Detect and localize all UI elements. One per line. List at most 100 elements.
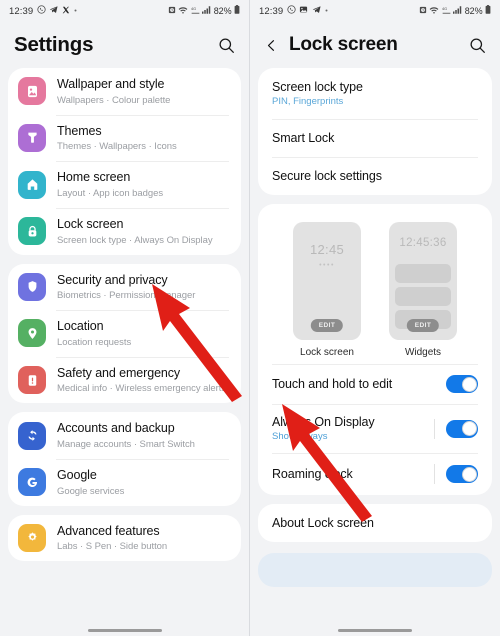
wifi-calling-icon xyxy=(178,6,188,17)
settings-group-personalization: Wallpaper and style Wallpapers · Colour … xyxy=(8,68,241,255)
nav-handle-right[interactable] xyxy=(338,628,412,632)
row-title: Accounts and backup xyxy=(57,421,175,436)
sidebar-item-themes[interactable]: Themes Themes · Wallpapers · Icons xyxy=(8,114,241,162)
row-subtitle: Location requests xyxy=(57,336,132,348)
page-title: Lock screen xyxy=(289,34,398,55)
preview-clock: 12:45:36 xyxy=(399,237,447,249)
sync-icon xyxy=(18,421,46,450)
row-title: Screen lock type xyxy=(272,80,363,94)
toggle-row-touch-and-hold-to-edit[interactable]: Touch and hold to edit xyxy=(258,364,492,404)
sidebar-item-security-and-privacy[interactable]: Security and privacy Biometrics · Permis… xyxy=(8,264,241,311)
preview-label: Lock screen xyxy=(300,347,354,358)
dot-icon xyxy=(73,6,78,16)
telegram-icon xyxy=(312,5,321,17)
preview-widgets[interactable]: 12:45:36 EDIT Widgets xyxy=(389,222,457,358)
battery-icon xyxy=(234,5,240,17)
row-about-lock-screen[interactable]: About Lock screen xyxy=(258,504,492,542)
row-title: Security and privacy xyxy=(57,272,168,287)
toggle-knob xyxy=(461,421,477,436)
search-icon[interactable] xyxy=(218,37,235,54)
preview-edit-button[interactable]: EDIT xyxy=(406,319,440,332)
preview-frame: 12:45:36 EDIT xyxy=(389,222,457,340)
preview-frame: 12:45 •••• EDIT xyxy=(293,222,361,340)
signal-icon xyxy=(453,6,462,17)
sidebar-item-safety-and-emergency[interactable]: Safety and emergency Medical info · Wire… xyxy=(8,356,241,404)
whatsapp-icon xyxy=(37,5,46,17)
data-icon: 4G xyxy=(191,6,200,17)
shield-icon xyxy=(18,272,46,301)
row-text: Lock screen Screen lock type · Always On… xyxy=(57,217,213,246)
row-text: Safety and emergency Medical info · Wire… xyxy=(57,366,226,395)
telegram-icon xyxy=(49,5,58,17)
battery-percent: 82% xyxy=(213,6,232,16)
tip-card[interactable] xyxy=(258,553,492,587)
lock-icon xyxy=(18,217,46,246)
preview-lock-screen[interactable]: 12:45 •••• EDIT Lock screen xyxy=(293,222,361,358)
row-divider xyxy=(434,464,435,484)
toggle-row-always-on-display[interactable]: Always On Display Show always xyxy=(258,404,492,453)
row-title: Secure lock settings xyxy=(272,169,382,183)
row-secure-lock-settings[interactable]: Secure lock settings xyxy=(258,157,492,195)
search-icon[interactable] xyxy=(469,37,486,54)
settings-list: Wallpaper and style Wallpapers · Colour … xyxy=(0,68,249,562)
location-pin-icon xyxy=(18,319,46,348)
svg-text:4G: 4G xyxy=(191,7,196,11)
row-text: Advanced features Labs · S Pen · Side bu… xyxy=(57,524,167,553)
row-text: Google Google services xyxy=(57,468,124,497)
sidebar-item-wallpaper-and-style[interactable]: Wallpaper and style Wallpapers · Colour … xyxy=(8,68,241,115)
status-bar-left-cluster: 12:39 xyxy=(9,5,78,17)
toggle-roaming-clock[interactable] xyxy=(446,465,478,483)
preview-edit-button[interactable]: EDIT xyxy=(310,319,344,332)
dot-icon xyxy=(324,6,329,16)
battery-icon xyxy=(485,5,491,17)
signal-icon xyxy=(202,6,211,17)
nav-handle-left[interactable] xyxy=(87,628,162,632)
whatsapp-icon xyxy=(287,5,296,17)
lock-screen-header: Lock screen xyxy=(250,22,500,68)
toggle-touch-and-hold-to-edit[interactable] xyxy=(446,375,478,393)
preview-tiles: 12:45 •••• EDIT Lock screen 12:45:36 EDI… xyxy=(258,204,492,364)
alarm-icon xyxy=(168,6,176,17)
sidebar-item-google[interactable]: Google Google services xyxy=(8,459,241,506)
status-time: 12:39 xyxy=(9,5,34,17)
row-text: Home screen Layout · App icon badges xyxy=(57,170,163,199)
status-bar-right: 12:39 4G 82% xyxy=(250,0,500,22)
themes-icon xyxy=(18,123,46,152)
back-chevron-icon[interactable] xyxy=(264,38,279,53)
widget-placeholder-bar xyxy=(395,287,451,306)
gallery-icon xyxy=(299,5,308,17)
row-title: Home screen xyxy=(57,170,131,185)
row-text: Accounts and backup Manage accounts · Sm… xyxy=(57,421,195,450)
lock-screen-settings-screen: 12:39 4G 82% Lock screen Screen lock typ… xyxy=(250,0,500,636)
widget-placeholder-bar xyxy=(395,264,451,283)
toggle-always-on-display[interactable] xyxy=(446,419,478,438)
status-bar-left: 12:39 4G 82% xyxy=(0,0,249,22)
toggle-row-roaming-clock[interactable]: Roaming clock xyxy=(258,453,492,495)
toggle-knob xyxy=(461,376,477,392)
row-subtitle: Wallpapers · Colour palette xyxy=(57,94,171,106)
row-text: Touch and hold to edit xyxy=(272,377,446,391)
row-text: Wallpaper and style Wallpapers · Colour … xyxy=(57,77,170,106)
row-subtitle: Show always xyxy=(272,431,328,442)
settings-screen: 12:39 4G 82% Settings Wallpaper and styl… xyxy=(0,0,250,636)
sidebar-item-accounts-and-backup[interactable]: Accounts and backup Manage accounts · Sm… xyxy=(8,412,241,459)
status-time: 12:39 xyxy=(259,5,284,17)
row-smart-lock[interactable]: Smart Lock xyxy=(258,119,492,157)
preview-pin-dots: •••• xyxy=(319,262,335,269)
wifi-calling-icon xyxy=(429,6,439,17)
sidebar-item-lock-screen[interactable]: Lock screen Screen lock type · Always On… xyxy=(8,207,241,255)
sidebar-item-advanced-features[interactable]: Advanced features Labs · S Pen · Side bu… xyxy=(8,515,241,562)
row-text: Screen lock type PIN, Fingerprints xyxy=(272,80,363,107)
status-bar-left-cluster: 12:39 xyxy=(259,5,329,17)
row-subtitle: Screen lock type · Always On Display xyxy=(57,234,213,246)
row-title: Themes xyxy=(57,123,102,138)
svg-text:4G: 4G xyxy=(442,7,447,11)
row-screen-lock-type[interactable]: Screen lock type PIN, Fingerprints xyxy=(258,68,492,119)
sidebar-item-home-screen[interactable]: Home screen Layout · App icon badges xyxy=(8,161,241,208)
sidebar-item-location[interactable]: Location Location requests xyxy=(8,310,241,357)
data-icon: 4G xyxy=(442,6,451,17)
row-subtitle: Biometrics · Permission manager xyxy=(57,290,196,302)
settings-group-advanced: Advanced features Labs · S Pen · Side bu… xyxy=(8,514,241,562)
row-title: Always On Display xyxy=(272,415,375,429)
lock-screen-list: Screen lock type PIN, Fingerprints Smart… xyxy=(250,68,500,542)
